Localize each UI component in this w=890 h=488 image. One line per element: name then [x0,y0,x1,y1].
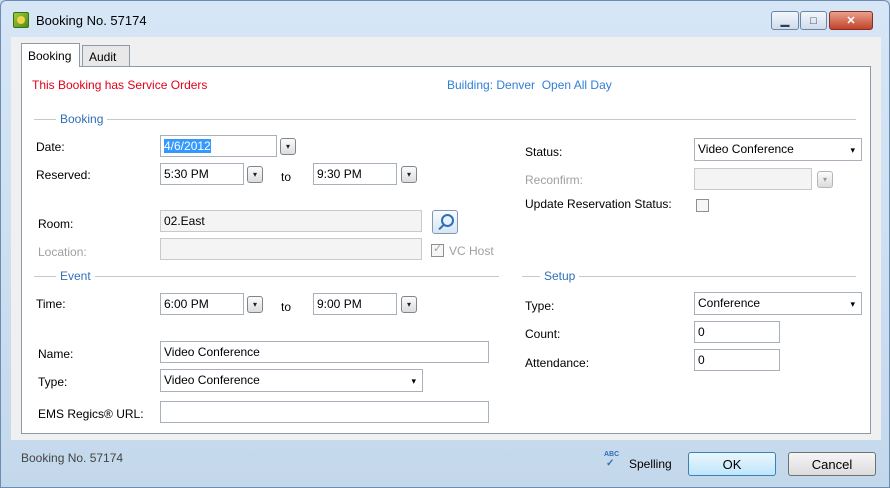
reserved-label: Reserved: [36,168,91,182]
booking-window: Booking No. 57174 ▁ □ ✕ Booking Audit Th… [0,0,890,488]
maximize-button[interactable]: □ [800,11,827,30]
date-input[interactable]: 4/6/2012 [160,135,277,157]
reserved-start-input[interactable]: 5:30 PM [160,163,244,185]
setup-type-label: Type: [525,299,555,313]
attendance-label: Attendance: [525,356,590,370]
room-search-button[interactable] [432,210,458,234]
setup-section-title: Setup [540,269,580,283]
reconfirm-label: Reconfirm: [525,173,584,187]
minimize-button[interactable]: ▁ [771,11,799,30]
reserved-end-input[interactable]: 9:30 PM [313,163,397,185]
event-name-input[interactable]: Video Conference [160,341,489,363]
room-label: Room: [38,217,74,231]
event-section-title: Event [56,269,95,283]
reserved-end-dropdown[interactable]: ▾ [401,166,417,183]
status-label: Status: [525,145,563,159]
time-start-input[interactable]: 6:00 PM [160,293,244,315]
chevron-down-icon: ▾ [850,145,855,155]
location-label: Location: [38,245,87,259]
chevron-down-icon: ▾ [406,170,411,179]
cancel-button[interactable]: Cancel [788,452,876,476]
booking-section-divider [34,119,856,120]
event-type-select[interactable]: Video Conference ▾ [160,369,423,392]
maximize-icon: □ [810,14,817,27]
time-start-dropdown[interactable]: ▾ [247,296,263,313]
spelling-icon[interactable]: ABC ✓ [604,451,624,469]
close-button[interactable]: ✕ [829,11,873,30]
chevron-down-icon: ▾ [285,142,290,151]
time-to-label: to [281,300,292,314]
chevron-down-icon: ▾ [850,299,855,309]
vc-host-label: VC Host [449,244,494,258]
reconfirm-dropdown: ▾ [817,171,833,188]
date-label: Date: [36,140,65,154]
date-picker-button[interactable]: ▾ [280,138,296,155]
tab-booking[interactable]: Booking [21,43,80,67]
event-type-label: Type: [38,375,68,389]
chevron-down-icon: ▾ [411,376,416,386]
chevron-down-icon: ▾ [252,300,257,309]
count-label: Count: [525,327,561,341]
close-icon: ✕ [846,15,856,27]
location-field [160,238,422,260]
time-label: Time: [36,297,66,311]
update-status-checkbox[interactable] [696,199,709,212]
booking-section-title: Booking [56,112,108,126]
title-bar[interactable]: Booking No. 57174 ▁ □ ✕ [1,1,889,37]
vc-host-checkbox [431,242,444,257]
ems-url-label: EMS Regics® URL: [38,407,144,421]
time-end-dropdown[interactable]: ▾ [401,296,417,313]
chevron-down-icon: ▾ [406,300,411,309]
reconfirm-input [694,168,812,190]
building-info-link[interactable]: Building: Denver Open All Day [447,78,612,92]
room-field: 02.East [160,210,422,232]
app-icon [13,12,29,28]
status-select[interactable]: Video Conference ▾ [694,138,862,161]
update-status-label: Update Reservation Status: [525,197,672,211]
footer-booking-number: Booking No. 57174 [21,451,124,465]
reserved-start-dropdown[interactable]: ▾ [247,166,263,183]
count-input[interactable]: 0 [694,321,780,343]
window-title: Booking No. 57174 [36,13,147,28]
tab-audit[interactable]: Audit [82,45,130,67]
dialog-client-area: Booking Audit This Booking has Service O… [11,37,881,440]
booking-tab-panel: This Booking has Service Orders Building… [21,66,871,434]
reserved-to-label: to [281,170,292,184]
chevron-down-icon: ▾ [822,175,827,184]
attendance-input[interactable]: 0 [694,349,780,371]
ems-url-input[interactable] [160,401,489,423]
chevron-down-icon: ▾ [252,170,257,179]
spelling-button[interactable]: Spelling [629,457,672,471]
ok-button[interactable]: OK [688,452,776,476]
minimize-icon: ▁ [780,15,790,27]
service-orders-notice: This Booking has Service Orders [32,78,208,92]
time-end-input[interactable]: 9:00 PM [313,293,397,315]
setup-type-select[interactable]: Conference ▾ [694,292,862,315]
name-label: Name: [38,347,74,361]
event-section-divider [34,276,499,277]
